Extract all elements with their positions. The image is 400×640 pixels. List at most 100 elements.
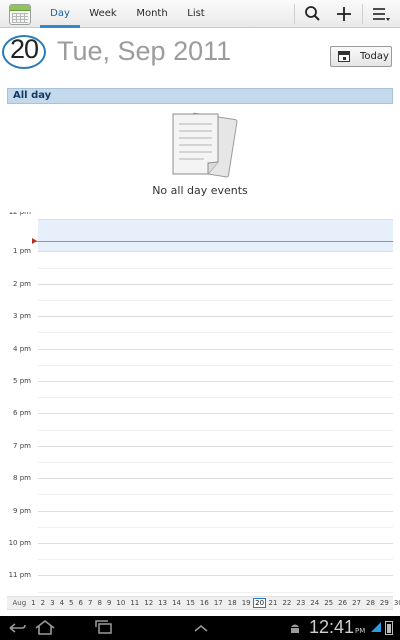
search-button[interactable] bbox=[298, 0, 328, 28]
tab-week[interactable]: Week bbox=[84, 0, 122, 28]
system-bar: 12:41 PM bbox=[0, 616, 400, 640]
half-hour-divider bbox=[38, 591, 393, 593]
date-strip-day[interactable]: 3 bbox=[48, 599, 57, 607]
date-strip-month[interactable]: Aug bbox=[10, 599, 29, 607]
date-strip-day[interactable]: 19 bbox=[239, 599, 253, 607]
menu-up-icon bbox=[194, 625, 208, 632]
date-strip-day[interactable]: 26 bbox=[336, 599, 350, 607]
date-strip-day[interactable]: 15 bbox=[184, 599, 198, 607]
hour-label: 8 pm bbox=[13, 474, 31, 483]
hour-divider bbox=[38, 478, 393, 480]
tab-list[interactable]: List bbox=[182, 0, 210, 28]
date-strip-day[interactable]: 28 bbox=[363, 599, 377, 607]
calendar-app-icon[interactable] bbox=[9, 4, 31, 25]
date-strip-day[interactable]: 7 bbox=[85, 599, 94, 607]
battery-icon bbox=[385, 621, 393, 635]
menu-up-button[interactable] bbox=[186, 616, 216, 640]
date-strip-day[interactable]: 6 bbox=[76, 599, 85, 607]
recent-apps-button[interactable] bbox=[90, 616, 120, 640]
date-strip-day[interactable]: 24 bbox=[308, 599, 322, 607]
overflow-menu-button[interactable] bbox=[366, 0, 396, 28]
day-number: 20 bbox=[10, 34, 39, 64]
hour-row[interactable]: 1 pm bbox=[0, 247, 400, 283]
date-title: Tue, Sep 2011 bbox=[57, 36, 232, 66]
date-strip-day[interactable]: 18 bbox=[225, 599, 239, 607]
hour-row[interactable]: 7 pm bbox=[0, 442, 400, 478]
tab-day[interactable]: Day bbox=[40, 0, 80, 28]
half-hour-divider bbox=[38, 559, 393, 561]
date-strip-day[interactable]: 4 bbox=[57, 599, 66, 607]
hour-label: 11 pm bbox=[8, 571, 31, 580]
hour-divider bbox=[38, 543, 393, 544]
hour-divider bbox=[38, 316, 393, 318]
back-icon bbox=[9, 623, 26, 633]
date-strip-day[interactable]: 20 bbox=[253, 598, 267, 608]
date-strip-day[interactable]: 1 bbox=[29, 599, 38, 607]
all-day-header: All day bbox=[7, 88, 393, 104]
hour-row[interactable]: 3 pm bbox=[0, 312, 400, 348]
today-button[interactable]: Today bbox=[330, 46, 392, 67]
date-strip-day[interactable]: 14 bbox=[170, 599, 184, 607]
half-hour-divider bbox=[38, 364, 393, 366]
half-hour-divider bbox=[38, 299, 393, 301]
date-strip-day[interactable]: 9 bbox=[104, 599, 113, 607]
date-strip-day[interactable]: 5 bbox=[67, 599, 76, 607]
date-strip: Aug 1 2 3 4 5 6 7 8 9 10 11 12 13 14 15 16 17 18 19 20 21 22 23… bbox=[7, 596, 400, 610]
add-icon bbox=[337, 7, 351, 21]
calendar-small-icon bbox=[338, 51, 350, 62]
hour-label: 10 pm bbox=[8, 539, 31, 547]
hour-row[interactable]: 11 pm bbox=[0, 571, 400, 594]
date-strip-day[interactable]: 16 bbox=[197, 599, 211, 607]
half-hour-divider bbox=[38, 267, 393, 269]
home-icon bbox=[35, 619, 55, 635]
hour-divider bbox=[38, 251, 393, 253]
date-strip-day[interactable]: 2 bbox=[38, 599, 47, 607]
action-bar: Day Week Month List bbox=[0, 0, 400, 28]
search-icon bbox=[305, 6, 320, 21]
add-event-button[interactable] bbox=[330, 0, 360, 28]
date-strip-day[interactable]: 11 bbox=[128, 599, 142, 607]
hour-divider bbox=[38, 445, 393, 447]
date-strip-day[interactable]: 8 bbox=[95, 599, 104, 607]
hour-row[interactable]: 5 pm bbox=[0, 377, 400, 413]
date-strip-day[interactable]: 27 bbox=[350, 599, 364, 607]
overflow-menu-icon bbox=[373, 8, 390, 21]
half-hour-divider bbox=[38, 332, 393, 334]
date-strip-day[interactable]: 29 bbox=[377, 599, 391, 607]
date-strip-day[interactable]: 17 bbox=[211, 599, 225, 607]
date-strip-day[interactable]: 22 bbox=[280, 599, 294, 607]
hour-row[interactable]: 9 pm bbox=[0, 507, 400, 543]
current-time-line bbox=[35, 241, 393, 242]
hour-row[interactable]: 8 pm bbox=[0, 474, 400, 510]
half-hour-divider bbox=[38, 429, 393, 431]
hour-label: 6 pm bbox=[13, 409, 31, 418]
tab-month[interactable]: Month bbox=[130, 0, 174, 28]
recent-apps-icon bbox=[95, 620, 112, 634]
date-strip-day[interactable]: 10 bbox=[114, 599, 128, 607]
hour-row[interactable]: 4 pm bbox=[0, 345, 400, 381]
no-all-day-events-message: No all day events bbox=[152, 184, 248, 197]
date-strip-day[interactable]: 25 bbox=[322, 599, 336, 607]
home-button[interactable] bbox=[30, 616, 60, 640]
date-strip-day[interactable]: 30 bbox=[391, 599, 400, 607]
day-timeline[interactable]: 12 pm 1 pm 2 pm 3 pm 4 pm 5 pm 6 pm 7 pm 8 pm 9 p… bbox=[0, 212, 400, 594]
hour-label: 9 pm bbox=[13, 506, 31, 515]
half-hour-divider bbox=[38, 526, 393, 528]
hour-label: 2 pm bbox=[13, 279, 31, 288]
all-day-label: All day bbox=[13, 90, 52, 101]
date-strip-day[interactable]: 23 bbox=[294, 599, 308, 607]
hour-row[interactable]: 12 pm bbox=[0, 212, 400, 251]
hour-label: 12 pm bbox=[8, 212, 31, 216]
date-strip-day[interactable]: 21 bbox=[266, 599, 280, 607]
back-button[interactable] bbox=[2, 616, 32, 640]
hour-row[interactable]: 10 pm bbox=[0, 539, 400, 575]
action-bar-divider bbox=[362, 4, 363, 24]
date-strip-day[interactable]: 13 bbox=[156, 599, 170, 607]
date-strip-day[interactable]: 12 bbox=[142, 599, 156, 607]
half-hour-divider bbox=[38, 461, 393, 463]
hour-label: 1 pm bbox=[13, 247, 31, 256]
hour-row[interactable]: 6 pm bbox=[0, 409, 400, 445]
hour-divider bbox=[38, 348, 393, 350]
status-clock: 12:41 bbox=[309, 617, 355, 637]
hour-row[interactable]: 2 pm bbox=[0, 280, 400, 316]
